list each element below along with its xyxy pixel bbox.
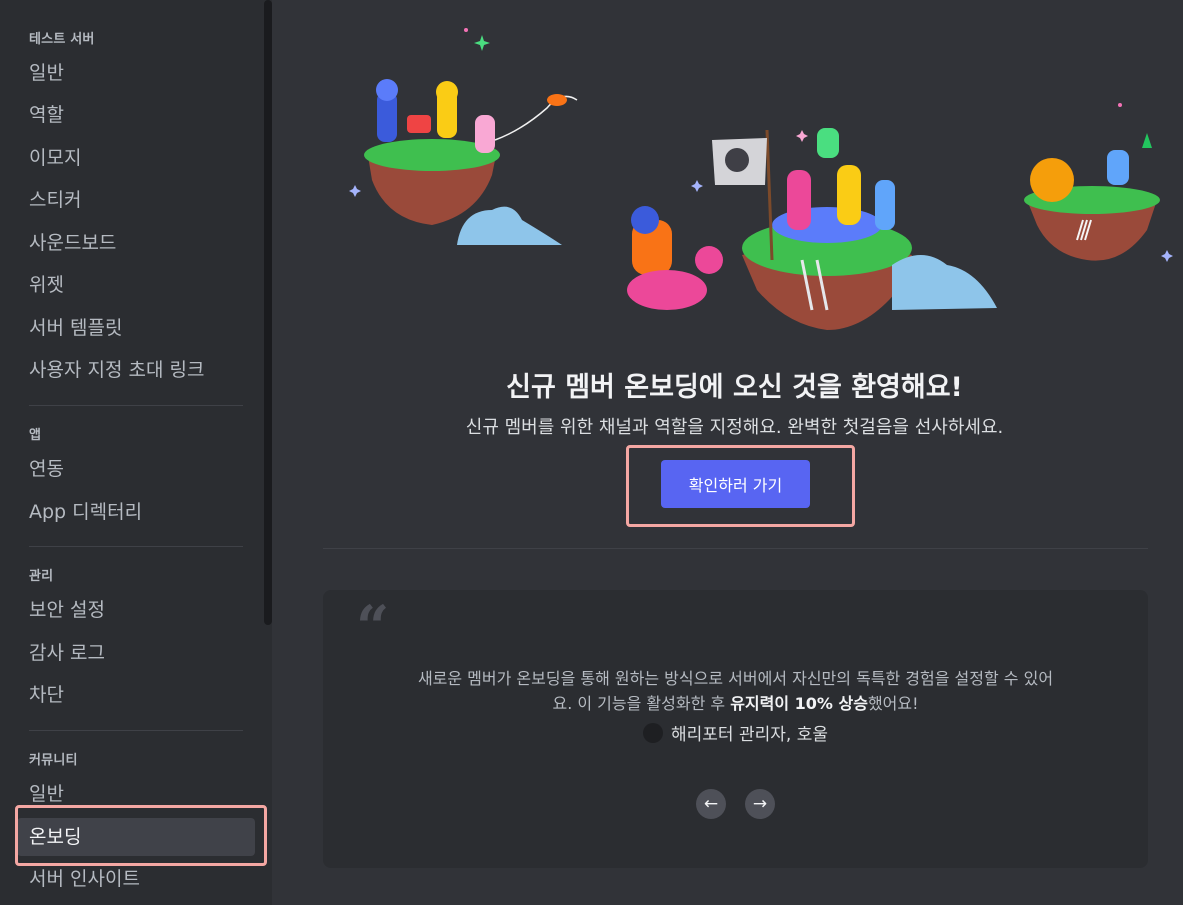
- section-header-moderation: 관리: [29, 569, 54, 584]
- testimonial-author: 해리포터 관리자, 호울: [323, 720, 1148, 745]
- sidebar-item-custom-invite-link[interactable]: 사용자 지정 초대 링크: [17, 351, 255, 389]
- page-title: 신규 멤버 온보딩에 오신 것을 환영해요!: [506, 372, 963, 403]
- arrow-left-icon: ←: [703, 794, 719, 814]
- next-button[interactable]: →: [745, 789, 775, 819]
- sidebar-item-emoji[interactable]: 이모지: [17, 139, 255, 177]
- sidebar-item-roles[interactable]: 역할: [17, 96, 255, 134]
- prev-button[interactable]: ←: [696, 789, 726, 819]
- main-content: 신규 멤버 온보딩에 오신 것을 환영해요! 신규 멤버를 위한 채널과 역할을…: [272, 0, 1183, 905]
- sidebar-divider: [29, 546, 243, 547]
- settings-sidebar: 테스트 서버 일반 역할 이모지 스티커 사운드보드 위젯 서버 템플릿 사용자…: [0, 0, 272, 905]
- content-divider: [323, 548, 1148, 549]
- testimonial-card: “ 새로운 멤버가 온보딩을 통해 원하는 방식으로 서버에서 자신만의 독특한…: [323, 590, 1148, 868]
- sidebar-item-soundboard[interactable]: 사운드보드: [17, 224, 255, 262]
- go-check-button[interactable]: 확인하러 가기: [661, 460, 810, 508]
- onboarding-illustration: [349, 28, 1173, 330]
- testimonial-text-end: 했어요!: [867, 694, 919, 713]
- sidebar-item-audit-log[interactable]: 감사 로그: [17, 634, 255, 672]
- sidebar-item-integrations[interactable]: 연동: [17, 450, 255, 488]
- author-name: 해리포터 관리자, 호울: [671, 725, 828, 745]
- sidebar-item-stickers[interactable]: 스티커: [17, 181, 255, 219]
- sidebar-item-server-template[interactable]: 서버 템플릿: [17, 309, 255, 347]
- sidebar-item-onboarding[interactable]: 온보딩: [17, 818, 255, 856]
- sidebar-scrollbar[interactable]: [264, 0, 272, 625]
- sidebar-item-safety-setup[interactable]: 보안 설정: [17, 591, 255, 629]
- testimonial-text: 새로운 멤버가 온보딩을 통해 원하는 방식으로 서버에서 자신만의 독특한 경…: [413, 666, 1058, 716]
- sidebar-item-general[interactable]: 일반: [17, 54, 255, 92]
- sidebar-divider: [29, 730, 243, 731]
- section-header-apps: 앱: [29, 428, 42, 443]
- sidebar-divider: [29, 405, 243, 406]
- sidebar-item-community-general[interactable]: 일반: [17, 775, 255, 813]
- sidebar-item-app-directory[interactable]: App 디렉터리: [17, 493, 255, 531]
- arrow-right-icon: →: [752, 794, 768, 814]
- page-subtitle: 신규 멤버를 위한 채널과 역할을 지정해요. 완벽한 첫걸음을 선사하세요.: [465, 417, 1004, 438]
- avatar: [643, 722, 663, 743]
- testimonial-highlight: 유지력이 10% 상승: [730, 694, 868, 713]
- sidebar-item-bans[interactable]: 차단: [17, 676, 255, 714]
- sidebar-item-server-insights[interactable]: 서버 인사이트: [17, 860, 255, 898]
- section-header-community: 커뮤니티: [29, 753, 78, 768]
- sidebar-item-widget[interactable]: 위젯: [17, 266, 255, 304]
- section-header-server: 테스트 서버: [29, 32, 95, 47]
- quote-icon: “: [356, 593, 390, 661]
